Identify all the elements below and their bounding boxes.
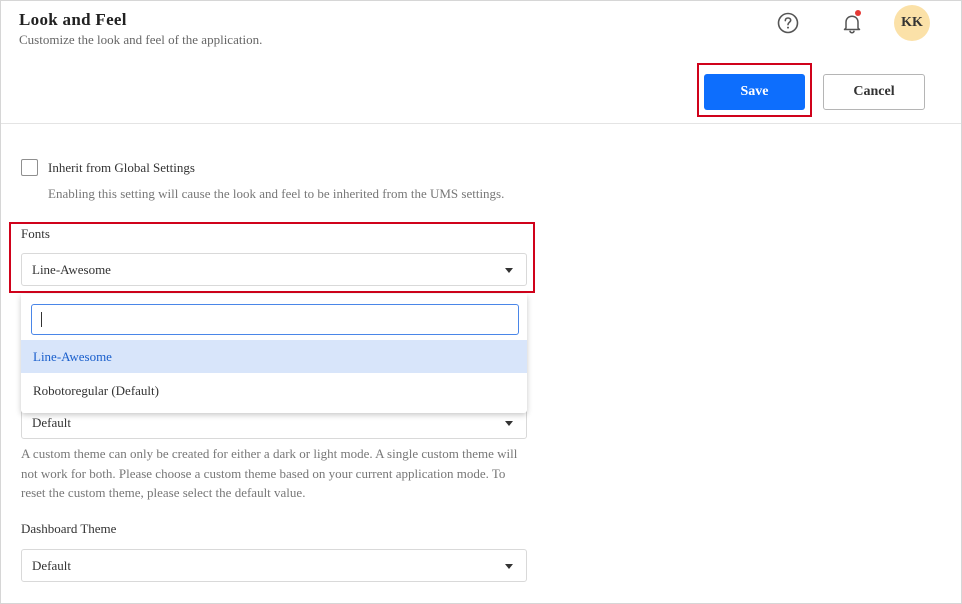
theme-selected-value: Default bbox=[32, 415, 71, 430]
caret-down-icon bbox=[505, 268, 513, 273]
fonts-label: Fonts bbox=[21, 226, 50, 241]
caret-down-icon bbox=[505, 421, 513, 426]
fonts-option-robotoregular[interactable]: Robotoregular (Default) bbox=[21, 374, 527, 407]
fonts-search-input[interactable] bbox=[31, 304, 519, 335]
inherit-label: Inherit from Global Settings bbox=[48, 160, 195, 175]
caret-down-icon bbox=[505, 564, 513, 569]
help-button[interactable] bbox=[775, 10, 801, 36]
dashboard-theme-select[interactable]: Default bbox=[21, 549, 527, 582]
inherit-help-text: Enabling this setting will cause the loo… bbox=[48, 186, 505, 201]
dashboard-theme-selected-value: Default bbox=[32, 558, 71, 573]
notifications-button[interactable] bbox=[839, 10, 865, 36]
page-title: Look and Feel bbox=[19, 10, 127, 29]
notification-dot bbox=[855, 10, 861, 16]
fonts-option-line-awesome[interactable]: Line-Awesome bbox=[21, 340, 527, 373]
help-icon bbox=[777, 12, 799, 34]
dashboard-theme-label: Dashboard Theme bbox=[21, 521, 117, 536]
save-button[interactable]: Save bbox=[704, 74, 805, 110]
text-cursor bbox=[41, 312, 42, 327]
cancel-button[interactable]: Cancel bbox=[823, 74, 925, 110]
theme-help-text: A custom theme can only be created for e… bbox=[21, 446, 518, 500]
fonts-selected-value: Line-Awesome bbox=[32, 262, 111, 277]
page-subtitle: Customize the look and feel of the appli… bbox=[19, 32, 263, 47]
fonts-select[interactable]: Line-Awesome bbox=[21, 253, 527, 286]
header-divider bbox=[1, 123, 961, 124]
avatar[interactable]: KK bbox=[894, 5, 930, 41]
inherit-checkbox[interactable] bbox=[21, 159, 38, 176]
fonts-dropdown-menu: Line-Awesome Robotoregular (Default) bbox=[21, 294, 527, 413]
